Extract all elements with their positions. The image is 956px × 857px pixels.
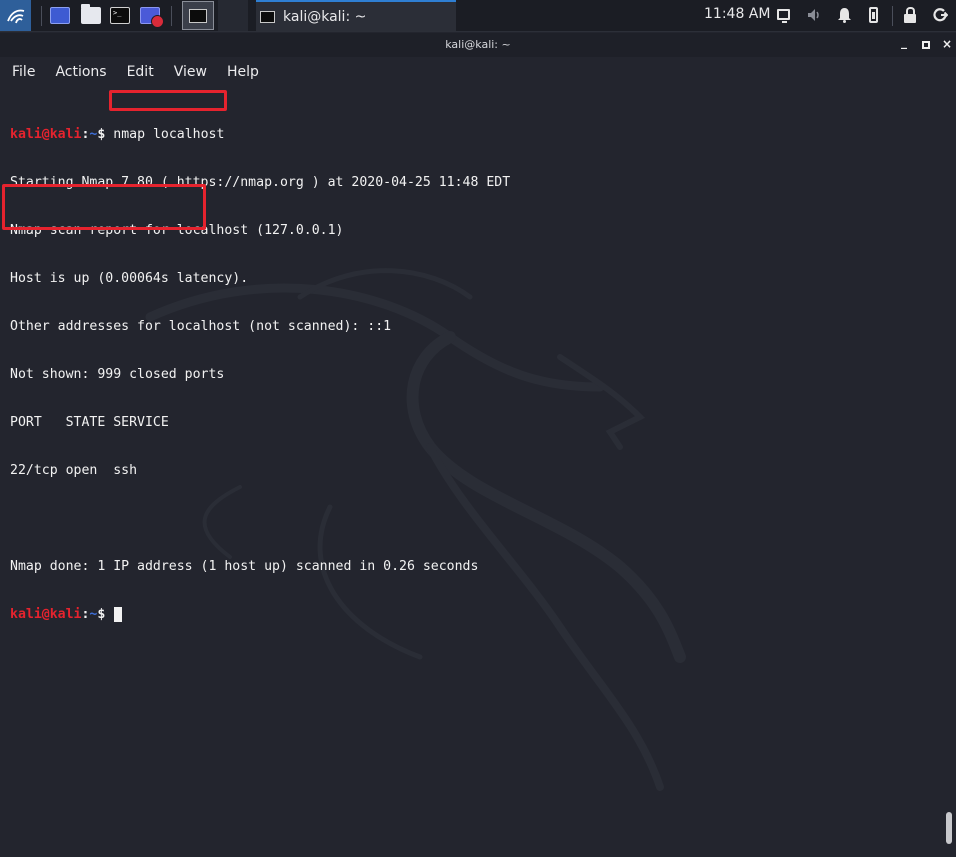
kali-logo-icon bbox=[6, 9, 24, 23]
command-highlight-box bbox=[109, 90, 227, 111]
display-icon[interactable] bbox=[777, 9, 790, 23]
menu-help[interactable]: Help bbox=[215, 64, 267, 80]
window-titlebar[interactable]: kali@kali: ~ _ × bbox=[0, 33, 956, 57]
maximize-button[interactable] bbox=[922, 41, 930, 49]
minimize-button[interactable]: _ bbox=[897, 35, 911, 49]
panel-separator bbox=[892, 6, 893, 26]
kali-menu-button[interactable] bbox=[0, 0, 31, 31]
scrollbar-track[interactable] bbox=[942, 87, 956, 857]
logout-icon[interactable] bbox=[933, 7, 949, 27]
battery-icon[interactable] bbox=[869, 7, 878, 23]
menu-edit[interactable]: Edit bbox=[115, 64, 162, 80]
file-manager-icon[interactable] bbox=[81, 4, 101, 24]
workspace-2[interactable] bbox=[218, 0, 248, 31]
menu-bar: File Actions Edit View Help bbox=[0, 57, 956, 87]
terminal-launcher-icon[interactable] bbox=[110, 7, 130, 24]
close-button[interactable]: × bbox=[940, 37, 954, 51]
menu-actions[interactable]: Actions bbox=[43, 64, 114, 80]
text-cursor bbox=[114, 607, 123, 622]
ports-highlight-box bbox=[2, 184, 206, 230]
notifications-icon[interactable] bbox=[837, 7, 852, 27]
port-table-row: 22/tcp open ssh bbox=[10, 463, 138, 478]
active-prompt-line: kali@kali:~$ bbox=[10, 607, 510, 623]
top-panel: kali@kali: ~ 11:48 AM bbox=[0, 0, 956, 32]
terminal-output: kali@kali:~$ nmap localhost Starting Nma… bbox=[10, 95, 510, 655]
prompt-user: kali@kali bbox=[10, 607, 82, 622]
workspace-window-thumbnail bbox=[189, 8, 207, 23]
panel-separator bbox=[41, 6, 42, 26]
output-line: Nmap done: 1 IP address (1 host up) scan… bbox=[10, 559, 479, 574]
port-table-header: PORT STATE SERVICE bbox=[10, 415, 169, 430]
volume-icon[interactable] bbox=[806, 7, 822, 27]
command-line: kali@kali:~$ nmap localhost bbox=[10, 127, 510, 143]
output-line: Not shown: 999 closed ports bbox=[10, 367, 225, 382]
panel-separator bbox=[171, 6, 172, 26]
lock-screen-icon[interactable] bbox=[904, 7, 916, 23]
prompt-user: kali@kali bbox=[10, 127, 82, 142]
output-line: Other addresses for localhost (not scann… bbox=[10, 319, 392, 334]
scrollbar-thumb[interactable] bbox=[946, 812, 952, 844]
command-text: nmap localhost bbox=[113, 127, 225, 142]
menu-file[interactable]: File bbox=[0, 64, 43, 80]
terminal-icon bbox=[260, 10, 275, 23]
show-desktop-icon[interactable] bbox=[50, 7, 70, 24]
taskbar-terminal-button[interactable]: kali@kali: ~ bbox=[256, 0, 456, 31]
clock[interactable]: 11:48 AM bbox=[704, 6, 770, 22]
taskbar-label: kali@kali: ~ bbox=[283, 8, 367, 25]
output-line: Host is up (0.00064s latency). bbox=[10, 271, 249, 286]
menu-view[interactable]: View bbox=[162, 64, 215, 80]
window-title: kali@kali: ~ bbox=[445, 38, 511, 51]
screen-recorder-icon[interactable] bbox=[140, 7, 164, 28]
workspace-1[interactable] bbox=[182, 1, 214, 30]
